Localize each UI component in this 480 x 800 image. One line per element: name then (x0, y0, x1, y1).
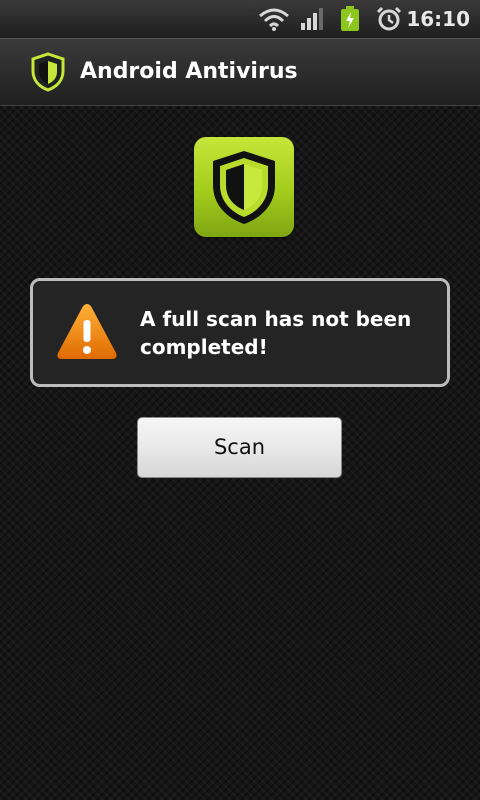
wifi-icon (258, 6, 290, 36)
app-logo (194, 137, 294, 237)
shield-icon (30, 52, 66, 96)
screen: 16:10 Android Antivirus A full scan has … (0, 0, 480, 800)
status-time: 16:10 (406, 7, 470, 31)
shield-icon (213, 151, 275, 224)
status-bar: 16:10 (0, 0, 480, 38)
warning-icon (55, 301, 119, 367)
app-title: Android Antivirus (80, 59, 298, 84)
warning-panel: A full scan has not been completed! (30, 278, 450, 387)
scan-button[interactable]: Scan (137, 417, 342, 478)
battery-charging-icon (340, 6, 360, 36)
alarm-icon (376, 6, 402, 36)
title-bar: Android Antivirus (0, 38, 480, 106)
warning-message: A full scan has not been completed! (140, 307, 412, 359)
signal-icon (300, 6, 326, 36)
